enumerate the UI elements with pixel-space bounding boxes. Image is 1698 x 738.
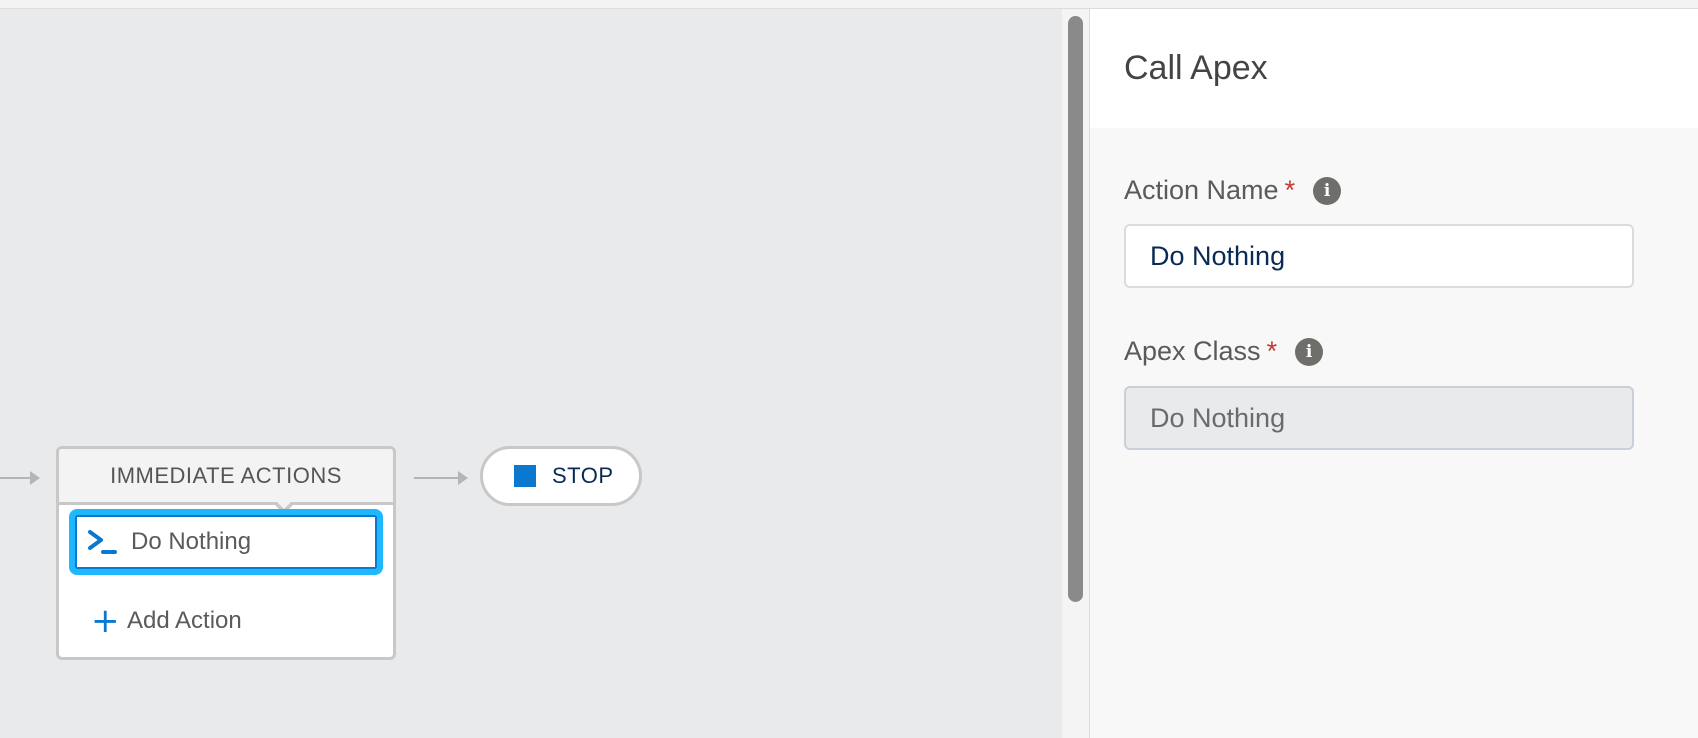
immediate-actions-box: IMMEDIATE ACTIONS Do Nothing + Add Actio… [56,446,396,660]
plus-icon: + [91,601,120,641]
apex-class-input: Do Nothing [1124,386,1634,450]
apex-class-label: Apex Class [1124,336,1261,366]
required-asterisk: * [1266,336,1278,366]
action-item-do-nothing[interactable]: Do Nothing [69,509,383,575]
apex-code-icon [87,527,117,557]
action-name-label: Action Name [1124,175,1279,205]
incoming-arrow-line [0,477,30,479]
info-icon[interactable]: i [1313,176,1342,205]
properties-panel: Call Apex Action Name * i Do Nothing Ape… [1090,9,1698,738]
add-action-button[interactable]: + Add Action [91,601,242,641]
action-name-label-row: Action Name * i [1124,175,1342,206]
stop-node[interactable]: STOP [480,446,642,506]
panel-title: Call Apex [1124,49,1268,87]
action-item-label: Do Nothing [131,528,252,555]
top-border [0,0,1698,9]
apex-class-label-row: Apex Class * i [1124,336,1324,367]
vertical-scrollbar-thumb[interactable] [1068,16,1083,602]
stop-arrow-line [414,477,460,479]
header-notch-inner [276,501,292,509]
stop-square-icon [514,465,536,487]
required-asterisk: * [1284,175,1296,205]
immediate-actions-header: IMMEDIATE ACTIONS [59,449,393,505]
add-action-label: Add Action [127,607,242,634]
action-name-input[interactable]: Do Nothing [1124,224,1634,288]
stop-label: STOP [552,463,614,488]
panel-header: Call Apex [1090,9,1698,128]
info-icon[interactable]: i [1295,337,1324,366]
incoming-arrow-head [30,471,40,485]
stop-arrow-head [458,471,468,485]
